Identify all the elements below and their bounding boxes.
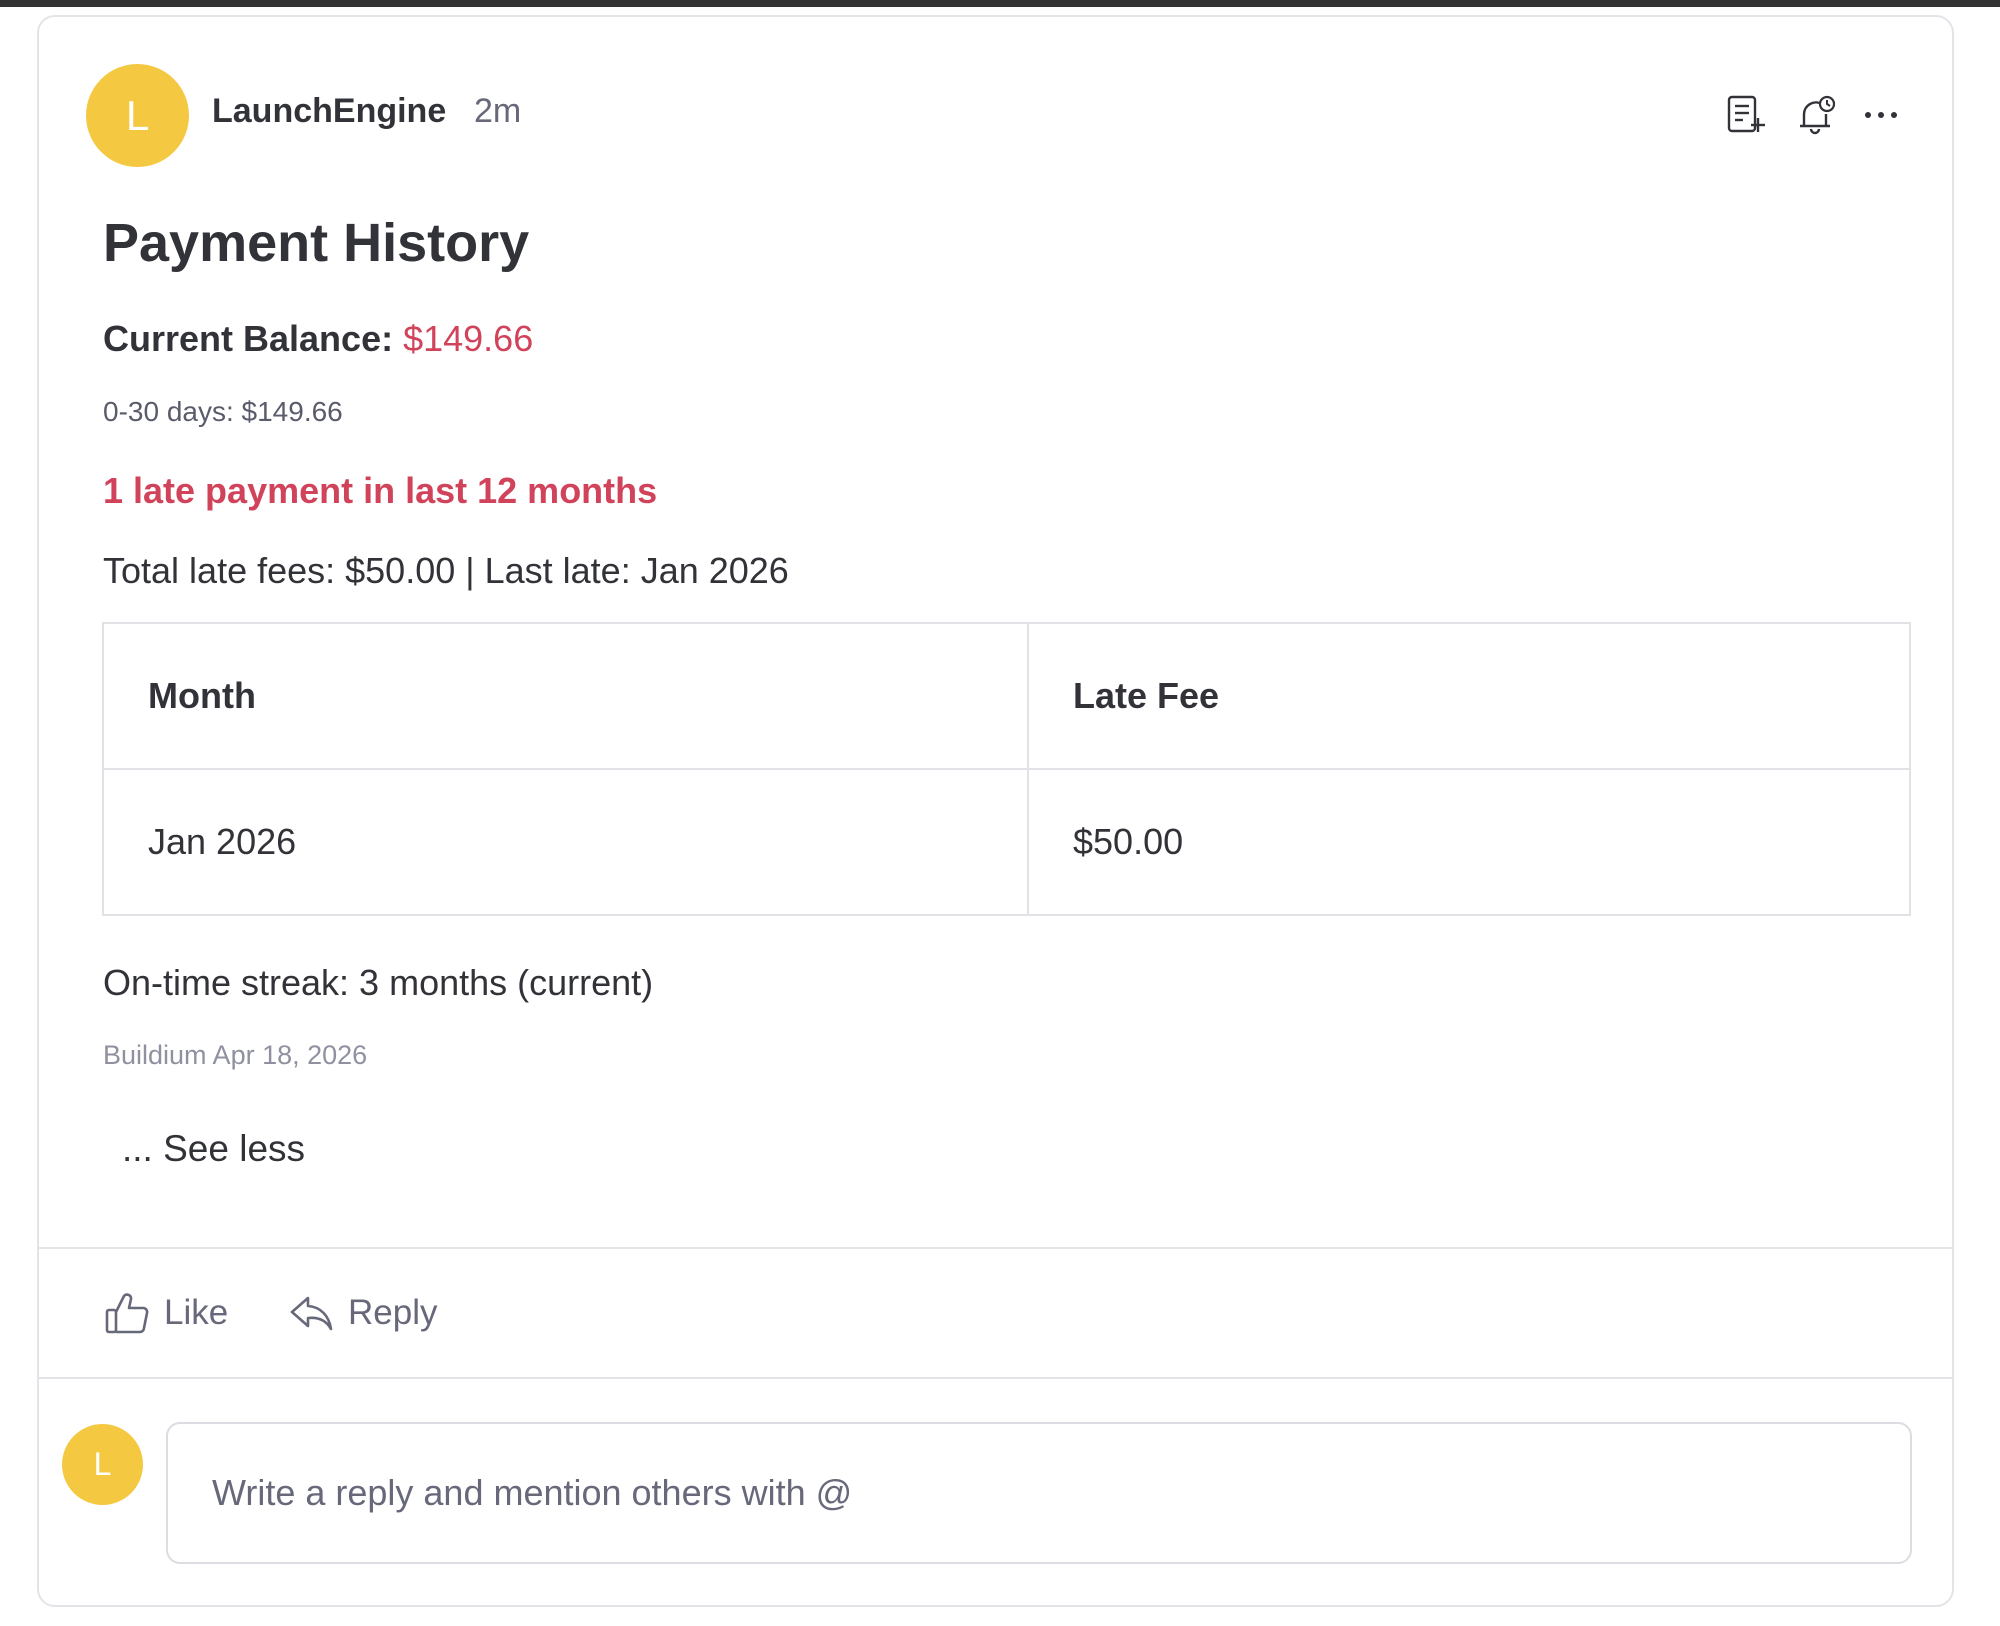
late-fee-totals: Total late fees: $50.00 | Last late: Jan…	[103, 550, 789, 591]
post-title: Payment History	[103, 213, 530, 273]
balance-amount: $149.66	[403, 318, 534, 359]
cell-month: Jan 2026	[102, 768, 1029, 916]
balance-label: Current Balance:	[103, 318, 394, 359]
reply-placeholder: Write a reply and mention others with @	[212, 1472, 853, 1513]
avatar-letter: L	[125, 91, 150, 139]
column-header-late-fee: Late Fee	[1027, 622, 1911, 770]
avatar-letter: L	[93, 1446, 112, 1482]
reply-button[interactable]: Reply	[288, 1290, 437, 1336]
late-payment-alert: 1 late payment in last 12 months	[103, 470, 658, 511]
author-name[interactable]: LaunchEngine	[212, 92, 446, 131]
table-row: Jan 2026 $50.00	[102, 768, 1911, 916]
column-header-month: Month	[102, 622, 1029, 770]
current-user-avatar: L	[62, 1424, 143, 1505]
table-header-row: Month Late Fee	[102, 622, 1911, 770]
current-balance: Current Balance: $149.66	[103, 318, 533, 360]
post-time: 2m	[474, 92, 522, 130]
reminder-bell-icon[interactable]	[1796, 94, 1838, 136]
late-fee-table: Month Late Fee Jan 2026 $50.00	[102, 622, 1911, 916]
cell-late-fee: $50.00	[1027, 768, 1911, 916]
reply-label: Reply	[348, 1293, 438, 1332]
data-source: Buildium Apr 18, 2026	[103, 1040, 368, 1070]
divider	[39, 1247, 1952, 1249]
reply-arrow-icon	[290, 1296, 333, 1331]
on-time-streak: On-time streak: 3 months (current)	[103, 962, 654, 1003]
author-avatar[interactable]: L	[86, 64, 189, 167]
like-button[interactable]: Like	[104, 1290, 228, 1336]
more-options-icon[interactable]	[1860, 94, 1902, 136]
add-to-board-icon[interactable]	[1726, 94, 1768, 136]
window-top-bar	[0, 0, 2000, 7]
aging-summary: 0-30 days: $149.66	[103, 396, 343, 427]
see-less-link[interactable]: ... See less	[122, 1128, 305, 1170]
reply-input[interactable]: Write a reply and mention others with @	[166, 1422, 1912, 1564]
divider	[39, 1377, 1952, 1379]
thumbs-up-icon	[105, 1293, 149, 1334]
like-label: Like	[164, 1293, 229, 1332]
